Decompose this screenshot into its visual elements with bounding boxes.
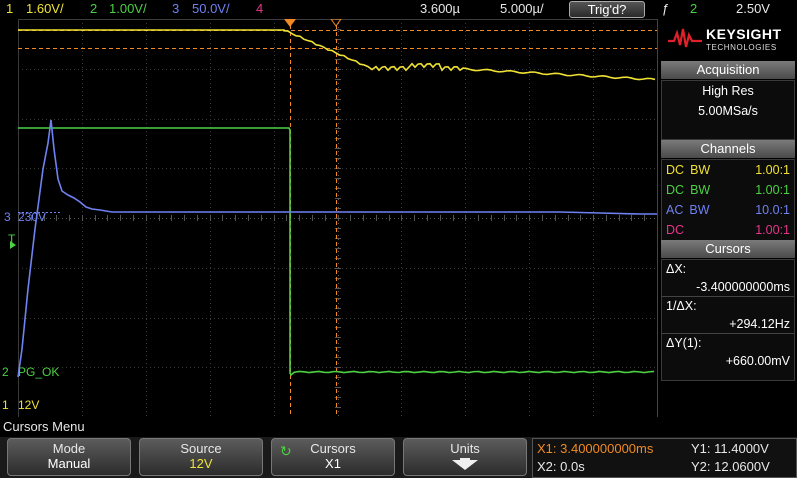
- y2-readout: Y2: 12.0600V: [691, 459, 770, 474]
- inverse-delta-x-label: 1/ΔX:: [662, 296, 794, 315]
- ch1-scale[interactable]: 1.60V/: [26, 1, 64, 16]
- trigger-status-button[interactable]: Trig'd?: [569, 1, 645, 18]
- units-label: Units: [450, 441, 480, 456]
- source-value: 12V: [189, 456, 213, 471]
- info-panel: KEYSIGHT TECHNOLOGIES Acquisition High R…: [657, 19, 797, 417]
- ch3-scale[interactable]: 50.0V/: [192, 1, 230, 16]
- delta-y-label: ΔY(1):: [662, 333, 794, 352]
- keysight-wave-icon: [668, 28, 702, 48]
- cursors-box: ΔX: -3.400000000ms 1/ΔX: +294.12Hz ΔY(1)…: [661, 259, 795, 381]
- time-delay[interactable]: 3.600µ: [420, 1, 460, 16]
- inverse-delta-x-value: +294.12Hz: [729, 317, 790, 331]
- mode-label: Mode: [52, 441, 86, 456]
- channel-coupling: DC: [666, 223, 685, 237]
- ch2-number[interactable]: 2: [90, 1, 97, 16]
- acquisition-mode: High Res: [702, 84, 754, 98]
- channel-list: DC BW 1.00:1 DC BW 1.00:1 AC BW 10.0:1 DC 1.00:1: [662, 160, 794, 240]
- ch1-number[interactable]: 1: [6, 1, 13, 16]
- source-label: Source: [180, 441, 222, 456]
- ch4-number[interactable]: 4: [256, 1, 263, 16]
- waveform-display[interactable]: 3 230V T 2 PG_OK 1 12V: [0, 19, 657, 417]
- x1-readout: X1: 3.400000000ms: [537, 441, 654, 456]
- time-scale[interactable]: 5.000µ/: [500, 1, 544, 16]
- ch1-ground-marker[interactable]: 1: [2, 398, 9, 412]
- ch3-offset-label: 230V: [18, 210, 47, 224]
- source-softkey[interactable]: Source 12V: [139, 438, 263, 476]
- channel-row: DC BW 1.00:1: [662, 160, 794, 180]
- trigger-marker[interactable]: T: [8, 232, 15, 246]
- cursor-lines: [18, 25, 657, 417]
- x2-cursor-marker: [330, 19, 342, 27]
- cursors-title[interactable]: Cursors: [661, 240, 795, 258]
- channel-bw-limit: BW: [690, 183, 711, 197]
- channel-coupling: DC: [666, 183, 685, 197]
- y1-readout: Y1: 11.4000V: [691, 441, 769, 456]
- channel-probe-ratio: 1.00:1: [755, 163, 790, 177]
- delta-y-value: +660.00mV: [725, 354, 790, 368]
- ch3-number[interactable]: 3: [172, 1, 179, 16]
- acquisition-rate: 5.00MSa/s: [698, 104, 758, 118]
- channel-bw-limit: BW: [690, 163, 711, 177]
- brand-subtitle: TECHNOLOGIES: [706, 43, 777, 52]
- trigger-edge-icon: ƒ: [662, 1, 670, 16]
- ch2-label: PG_OK: [18, 365, 60, 379]
- brand-logo: KEYSIGHT TECHNOLOGIES: [658, 19, 797, 59]
- channel-row: DC BW 1.00:1: [662, 180, 794, 200]
- acquisition-box: High Res 5.00MSa/s: [661, 80, 795, 140]
- ch1-label: 12V: [18, 398, 40, 412]
- waveform-canvas: [10, 19, 657, 417]
- channel-row: AC BW 10.0:1: [662, 200, 794, 220]
- trigger-channel[interactable]: 2: [690, 1, 697, 16]
- channels-title[interactable]: Channels: [661, 140, 795, 158]
- menu-title: Cursors Menu: [3, 419, 85, 434]
- x2-readout: X2: 0.0s: [537, 459, 585, 474]
- mode-softkey[interactable]: Mode Manual: [7, 438, 131, 476]
- channel-coupling: AC: [666, 203, 684, 217]
- channels-box: DC BW 1.00:1 DC BW 1.00:1 AC BW 10.0:1 DC 1.00:1: [661, 159, 795, 241]
- ch2-ground-marker[interactable]: 2: [2, 365, 9, 379]
- ch2-scale[interactable]: 1.00V/: [109, 1, 147, 16]
- delta-x-value: -3.400000000ms: [696, 280, 790, 294]
- ch3-ground-marker[interactable]: 3: [4, 210, 11, 224]
- channel-probe-ratio: 10.0:1: [755, 203, 790, 217]
- graticule: [18, 19, 657, 417]
- channel-coupling: DC: [666, 163, 685, 177]
- channel-bw-limit: BW: [689, 203, 710, 217]
- acquisition-title[interactable]: Acquisition: [661, 61, 795, 79]
- mode-value: Manual: [47, 456, 91, 471]
- cursors-softkey[interactable]: ↻ Cursors X1: [271, 438, 395, 476]
- submenu-arrow-icon: [452, 458, 478, 470]
- channel-probe-ratio: 1.00:1: [755, 223, 790, 237]
- units-softkey[interactable]: Units: [403, 438, 527, 476]
- channel-row: DC 1.00:1: [662, 220, 794, 240]
- trigger-position-marker: [284, 19, 296, 27]
- brand-name: KEYSIGHT: [706, 26, 782, 42]
- status-bar: 1 1.60V/ 2 1.00V/ 3 50.0V/ 4 3.600µ 5.00…: [0, 0, 797, 19]
- delta-x-label: ΔX:: [666, 262, 687, 276]
- channel-probe-ratio: 1.00:1: [755, 183, 790, 197]
- trigger-level[interactable]: 2.50V: [736, 1, 770, 16]
- cursor-readout: X1: 3.400000000ms X2: 0.0s Y1: 11.4000V …: [532, 438, 797, 478]
- entry-knob-icon: ↻: [280, 443, 292, 459]
